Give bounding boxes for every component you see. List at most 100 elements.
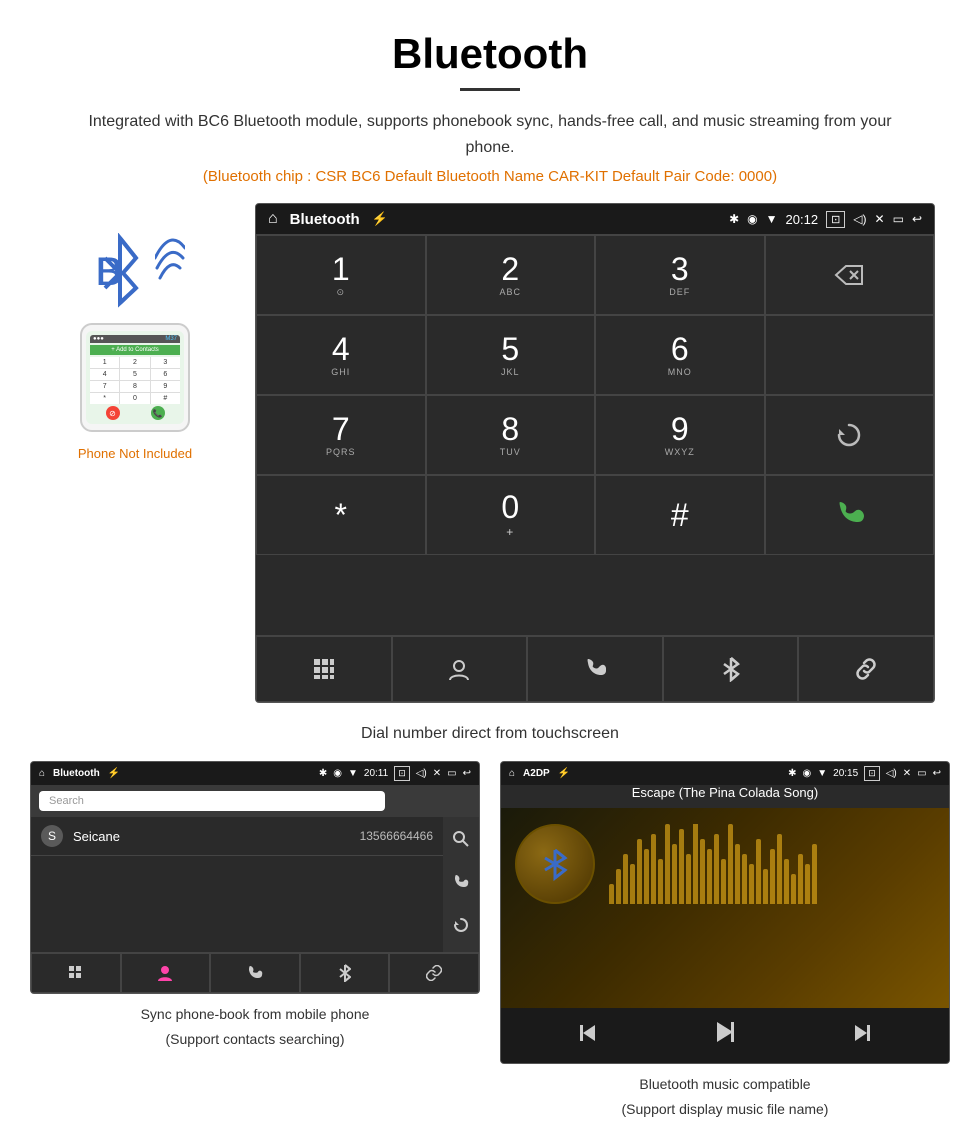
ms-vol-icon: ◁) bbox=[886, 768, 897, 779]
dial-section: ʙ ●●●M37 + Add to Contacts bbox=[0, 203, 980, 703]
pb-call-icon-btn[interactable] bbox=[443, 868, 479, 901]
pb-bottom-link[interactable] bbox=[389, 953, 479, 993]
ms-back-icon: ↩ bbox=[933, 768, 941, 779]
pb-refresh-icon-btn[interactable] bbox=[443, 911, 479, 944]
music-content bbox=[501, 808, 949, 1008]
refresh-icon bbox=[835, 421, 863, 449]
music-title-area: Escape (The Pina Colada Song) bbox=[501, 785, 949, 800]
phonebook-status-bar: ⌂ Bluetooth ⚡ ✱ ◉ ▼ 20:11 ⊡ ◁) ✕ ▭ ↩ bbox=[31, 762, 479, 785]
dial-key-hash[interactable]: # bbox=[595, 475, 765, 555]
play-pause-button[interactable] bbox=[711, 1018, 739, 1053]
dial-key-7-main: 7 bbox=[332, 413, 350, 445]
bottom-link-icon[interactable] bbox=[798, 636, 934, 702]
dial-key-0[interactable]: 0 + bbox=[426, 475, 596, 555]
pb-bottom-contacts[interactable] bbox=[121, 953, 211, 993]
dial-key-3[interactable]: 3 DEF bbox=[595, 235, 765, 315]
phone-key-0: 0 bbox=[120, 393, 149, 404]
dial-key-8[interactable]: 8 TUV bbox=[426, 395, 596, 475]
pb-rect-icon: ▭ bbox=[447, 768, 456, 779]
pb-bottom-bt[interactable] bbox=[300, 953, 390, 993]
dial-key-5[interactable]: 5 JKL bbox=[426, 315, 596, 395]
dial-call-green[interactable] bbox=[765, 475, 935, 555]
android-status-bar: ⌂ Bluetooth ⚡ ✱ ◉ ▼ 20:12 ⊡ ◁) ✕ ▭ ↩ bbox=[256, 204, 934, 234]
dial-key-8-sub: TUV bbox=[500, 447, 521, 457]
home-icon: ⌂ bbox=[268, 210, 278, 228]
dial-key-1-main: 1 bbox=[332, 253, 350, 285]
phonebook-search-area: Search bbox=[31, 785, 479, 817]
pb-loc-icon: ◉ bbox=[333, 768, 342, 779]
bluetooth-bottom-icon bbox=[722, 656, 740, 682]
phone-end-btn: ⊘ bbox=[106, 406, 120, 420]
status-bar-right: ✱ ◉ ▼ 20:12 ⊡ ◁) ✕ ▭ ↩ bbox=[729, 211, 922, 228]
search-input[interactable]: Search bbox=[39, 791, 385, 811]
dial-key-star-main: * bbox=[335, 499, 347, 531]
ms-loc-icon: ◉ bbox=[803, 768, 812, 779]
status-time: 20:12 bbox=[786, 212, 819, 227]
dial-key-2-main: 2 bbox=[501, 253, 519, 285]
dialpad-grid: 1 ⊙ 2 ABC 3 DEF 4 GHI bbox=[256, 234, 934, 635]
phone-status-bar: ●●●M37 bbox=[90, 335, 180, 343]
dial-key-6-main: 6 bbox=[671, 333, 689, 365]
pb-usb-icon: ⚡ bbox=[108, 768, 120, 779]
dial-key-2[interactable]: 2 ABC bbox=[426, 235, 596, 315]
phone-call-btn: 📞 bbox=[151, 406, 165, 420]
rect-status-icon: ▭ bbox=[893, 212, 904, 226]
page-title: Bluetooth bbox=[0, 0, 980, 88]
ms-app-name: A2DP bbox=[523, 768, 550, 779]
dial-refresh[interactable] bbox=[765, 395, 935, 475]
phone-key-3: 3 bbox=[151, 357, 180, 368]
phone-key-4: 4 bbox=[90, 369, 119, 380]
phone-keypad: 1 2 3 4 5 6 7 8 9 * 0 # bbox=[90, 357, 180, 404]
spec-line: (Bluetooth chip : CSR BC6 Default Blueto… bbox=[0, 168, 980, 203]
ms-close-icon: ✕ bbox=[903, 768, 911, 779]
pb-signal-icon: ▼ bbox=[348, 768, 358, 779]
dial-key-6[interactable]: 6 MNO bbox=[595, 315, 765, 395]
dial-key-hash-main: # bbox=[671, 499, 689, 531]
signal-status-icon: ▼ bbox=[766, 212, 778, 226]
pb-app-name: Bluetooth bbox=[53, 768, 100, 779]
ms-home-icon: ⌂ bbox=[509, 768, 515, 779]
music-caption-line1: Bluetooth music compatible bbox=[639, 1064, 810, 1099]
phone-key-8: 8 bbox=[120, 381, 149, 392]
bottom-contacts-icon[interactable] bbox=[392, 636, 528, 702]
bottom-grid-icon[interactable] bbox=[256, 636, 392, 702]
pb-bottom-grid[interactable] bbox=[31, 953, 121, 993]
ms-cam-icon: ⊡ bbox=[864, 766, 880, 781]
phonebook-screen: ⌂ Bluetooth ⚡ ✱ ◉ ▼ 20:11 ⊡ ◁) ✕ ▭ ↩ bbox=[30, 761, 480, 994]
dial-backspace[interactable] bbox=[765, 235, 935, 315]
dial-key-7[interactable]: 7 PQRS bbox=[256, 395, 426, 475]
bottom-phone-icon[interactable] bbox=[527, 636, 663, 702]
contact-row[interactable]: S Seicane 13566664466 bbox=[31, 817, 443, 856]
dial-key-0-sub: + bbox=[506, 525, 514, 539]
prev-icon bbox=[576, 1021, 600, 1045]
backspace-icon bbox=[834, 264, 864, 286]
phone-screen: ●●●M37 + Add to Contacts 1 2 3 4 5 6 7 8… bbox=[86, 331, 184, 424]
phonebook-list: S Seicane 13566664466 bbox=[31, 817, 443, 952]
dial-key-1[interactable]: 1 ⊙ bbox=[256, 235, 426, 315]
pb-bottom-bar bbox=[31, 952, 479, 993]
status-app-name: Bluetooth bbox=[290, 211, 360, 228]
music-screen: ⌂ A2DP ⚡ ✱ ◉ ▼ 20:15 ⊡ ◁) ✕ ▭ ↩ E bbox=[500, 761, 950, 1064]
pb-phone-icon bbox=[247, 965, 263, 981]
dial-key-star[interactable]: * bbox=[256, 475, 426, 555]
next-track-button[interactable] bbox=[850, 1021, 874, 1051]
bottom-bluetooth-icon[interactable] bbox=[663, 636, 799, 702]
dial-key-4[interactable]: 4 GHI bbox=[256, 315, 426, 395]
pb-search-icon-btn[interactable] bbox=[443, 825, 479, 858]
music-controls bbox=[501, 1008, 949, 1063]
phone-key-7: 7 bbox=[90, 381, 119, 392]
pb-contacts-icon bbox=[157, 965, 173, 981]
pb-cam-icon: ⊡ bbox=[394, 766, 410, 781]
phone-icon bbox=[584, 658, 606, 680]
search-icon bbox=[453, 831, 469, 847]
music-album-area bbox=[515, 824, 935, 904]
next-icon bbox=[850, 1021, 874, 1045]
dial-key-3-sub: DEF bbox=[669, 287, 690, 297]
prev-track-button[interactable] bbox=[576, 1021, 600, 1051]
dial-key-7-sub: PQRS bbox=[326, 447, 356, 457]
volume-status-icon: ◁) bbox=[853, 212, 866, 226]
dial-key-9[interactable]: 9 WXYZ bbox=[595, 395, 765, 475]
dial-key-2-sub: ABC bbox=[499, 287, 521, 297]
pb-bottom-phone[interactable] bbox=[210, 953, 300, 993]
dial-key-4-main: 4 bbox=[332, 333, 350, 365]
